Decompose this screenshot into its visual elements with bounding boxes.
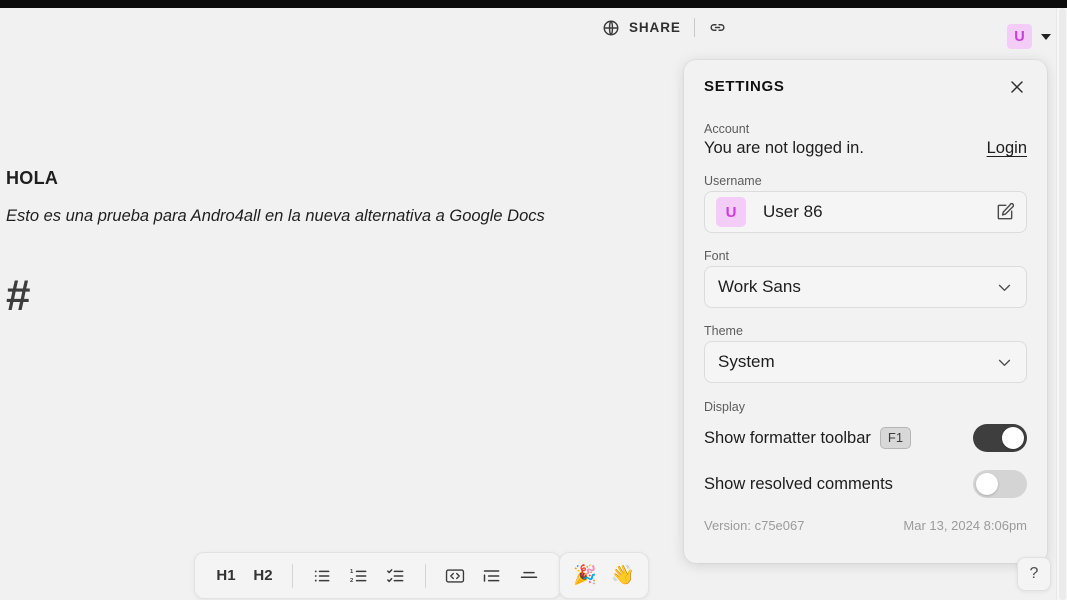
horizontal-rule-button[interactable] bbox=[512, 559, 546, 593]
vertical-scrollbar[interactable] bbox=[1056, 8, 1067, 600]
document-hash-block[interactable]: # bbox=[6, 274, 680, 318]
window-top-bar bbox=[0, 0, 1067, 8]
top-toolbar: SHARE U bbox=[0, 8, 1067, 56]
party-popper-button[interactable]: 🎉 bbox=[572, 566, 598, 585]
scrollbar-thumb[interactable] bbox=[1059, 8, 1066, 600]
toolbar-divider bbox=[292, 563, 293, 588]
avatar[interactable]: U bbox=[1007, 24, 1032, 49]
chevron-down-icon bbox=[996, 354, 1013, 371]
page-title: SETTINGS bbox=[704, 78, 785, 95]
indent-icon bbox=[482, 566, 502, 586]
chevron-down-icon[interactable] bbox=[1041, 33, 1051, 40]
theme-value: System bbox=[718, 352, 775, 371]
code-block-icon bbox=[444, 566, 466, 586]
formatter-toolbar-setting-left: Show formatter toolbar F1 bbox=[704, 427, 912, 449]
login-link[interactable]: Login bbox=[987, 139, 1027, 158]
edit-icon[interactable] bbox=[995, 202, 1015, 222]
toolbar-divider bbox=[693, 18, 695, 37]
formatter-toolbar-shortcut-badge: F1 bbox=[879, 427, 912, 449]
display-label: Display bbox=[704, 400, 745, 414]
app-root: SHARE U HOLA Esto es una prueba para And… bbox=[0, 0, 1067, 600]
username-field[interactable]: U User 86 bbox=[704, 191, 1027, 233]
share-label[interactable]: SHARE bbox=[629, 20, 681, 35]
resolved-comments-setting-row: Show resolved comments bbox=[704, 468, 1027, 500]
theme-select[interactable]: System bbox=[704, 341, 1027, 383]
user-menu[interactable]: U bbox=[1007, 24, 1051, 49]
avatar: U bbox=[716, 197, 746, 227]
username-label: Username bbox=[704, 174, 762, 188]
font-value: Work Sans bbox=[718, 277, 801, 296]
theme-label: Theme bbox=[704, 324, 743, 338]
chevron-down-icon bbox=[996, 279, 1013, 296]
link-icon[interactable] bbox=[708, 18, 727, 37]
bullet-list-icon bbox=[312, 566, 332, 586]
formatter-toolbar-label: Show formatter toolbar bbox=[704, 428, 871, 447]
share-group: SHARE bbox=[602, 18, 727, 37]
checklist-button[interactable] bbox=[379, 559, 413, 593]
help-button[interactable]: ? bbox=[1017, 557, 1051, 591]
toggle-knob bbox=[976, 473, 998, 495]
resolved-comments-label: Show resolved comments bbox=[704, 474, 893, 493]
indent-button[interactable] bbox=[475, 559, 509, 593]
formatter-toolbar-toggle[interactable] bbox=[973, 424, 1027, 452]
numbered-list-icon: 1 2 bbox=[349, 566, 369, 586]
globe-icon[interactable] bbox=[602, 19, 620, 37]
document-canvas[interactable]: HOLA Esto es una prueba para Andro4all e… bbox=[0, 60, 680, 318]
numbered-list-button[interactable]: 1 2 bbox=[342, 559, 376, 593]
horizontal-rule-icon bbox=[519, 566, 539, 586]
resolved-comments-toggle[interactable] bbox=[973, 470, 1027, 498]
wave-hand-button[interactable]: 👋 bbox=[610, 566, 636, 585]
toolbar-divider bbox=[425, 563, 426, 588]
formatter-toolbar: H1 H2 1 2 bbox=[194, 552, 561, 599]
account-row: You are not logged in. Login bbox=[704, 139, 1027, 158]
account-status: You are not logged in. bbox=[704, 139, 864, 157]
font-select[interactable]: Work Sans bbox=[704, 266, 1027, 308]
version-timestamp: Mar 13, 2024 8:06pm bbox=[903, 518, 1027, 533]
version-text: Version: c75e067 bbox=[704, 518, 805, 533]
heading-2-button[interactable]: H2 bbox=[246, 559, 280, 593]
document-paragraph[interactable]: Esto es una prueba para Andro4all en la … bbox=[6, 207, 680, 226]
checklist-icon bbox=[386, 566, 406, 586]
close-icon[interactable] bbox=[1007, 77, 1027, 97]
settings-header: SETTINGS bbox=[704, 78, 1027, 106]
account-label: Account bbox=[704, 122, 750, 136]
font-label: Font bbox=[704, 249, 730, 263]
svg-text:1: 1 bbox=[350, 569, 354, 575]
svg-text:2: 2 bbox=[350, 578, 354, 584]
settings-panel: SETTINGS Account You are not logged in. … bbox=[684, 60, 1047, 563]
settings-footer: Version: c75e067 Mar 13, 2024 8:06pm bbox=[704, 518, 1027, 533]
heading-1-button[interactable]: H1 bbox=[209, 559, 243, 593]
bullet-list-button[interactable] bbox=[305, 559, 339, 593]
code-block-button[interactable] bbox=[438, 559, 472, 593]
toggle-knob bbox=[1002, 427, 1024, 449]
emoji-toolbar: 🎉 👋 bbox=[559, 552, 649, 599]
document-heading[interactable]: HOLA bbox=[6, 168, 680, 189]
formatter-toolbar-setting-row: Show formatter toolbar F1 bbox=[704, 422, 1027, 454]
username-value[interactable]: User 86 bbox=[763, 202, 995, 222]
